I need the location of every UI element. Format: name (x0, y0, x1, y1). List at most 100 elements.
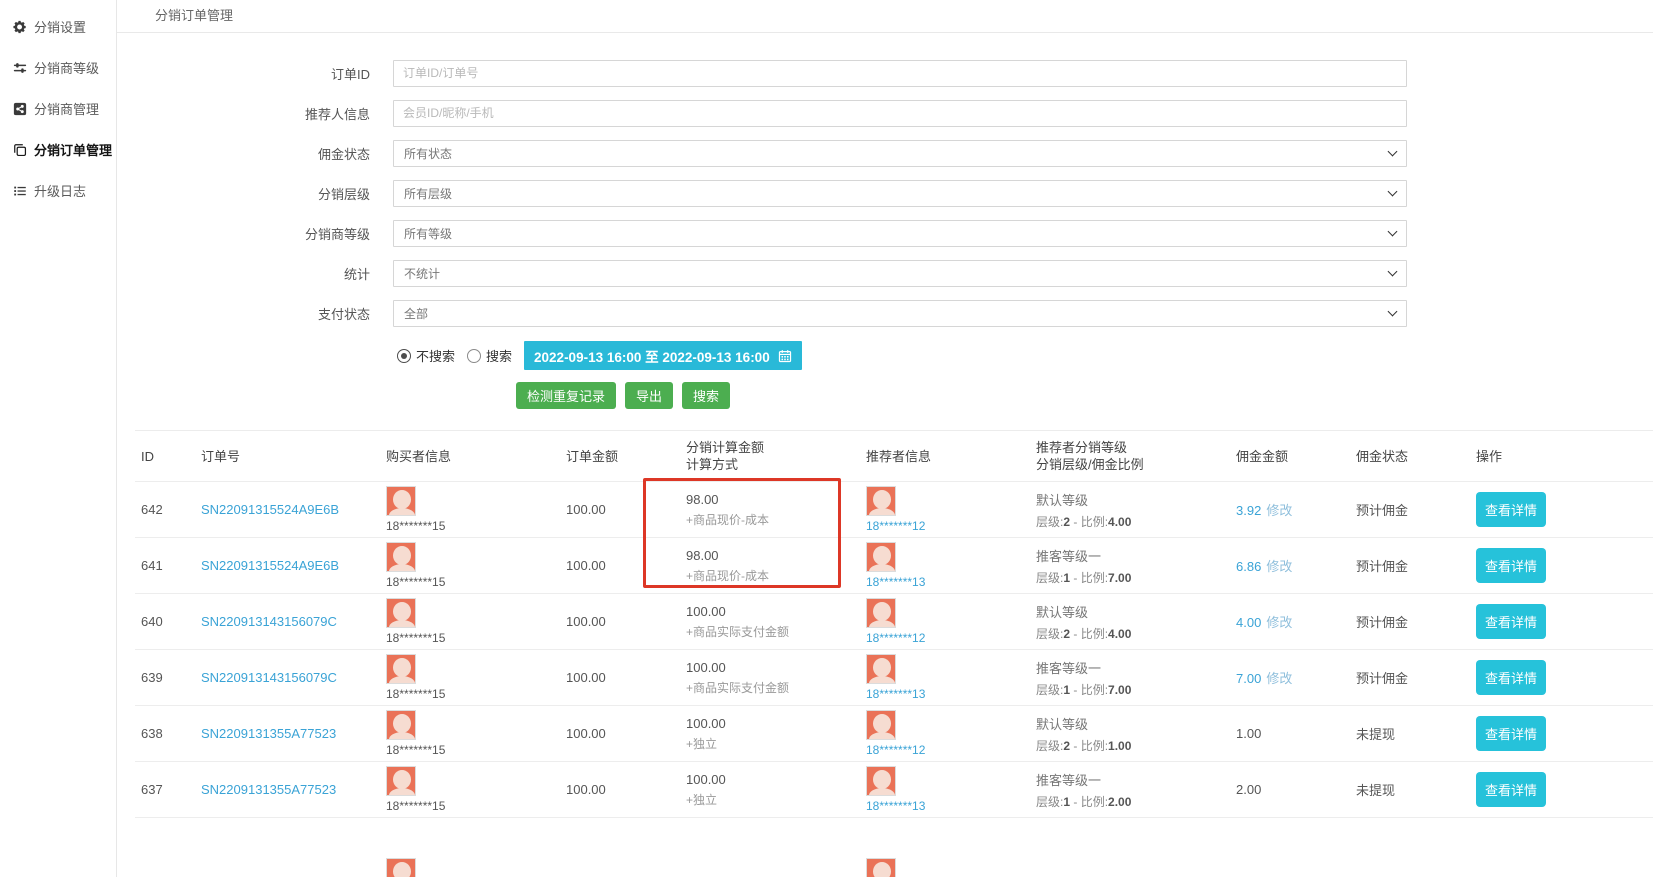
sidebar-item-2[interactable]: 分销商管理 (0, 88, 116, 129)
ratio-prefix: 比例: (1081, 515, 1108, 529)
cell-referrer: 18*******13 (860, 762, 1030, 818)
order-no-link[interactable]: SN2209131355A77523 (201, 726, 336, 741)
select-value: 所有层级 (404, 185, 452, 202)
table-row: 640SN220913143156079C18*******15100.0010… (135, 594, 1653, 650)
commission-edit-link[interactable]: 修改 (1266, 559, 1292, 574)
filter-control (393, 100, 1407, 127)
referrer-avatar (866, 598, 896, 628)
filter-select-5[interactable]: 不统计 (393, 260, 1407, 287)
page-tab[interactable]: 分销订单管理 (155, 0, 233, 32)
referrer-phone-link[interactable]: 18*******12 (866, 631, 1024, 645)
column-header-6: 推荐者分销等级分销层级/佣金比例 (1030, 431, 1230, 482)
view-detail-button[interactable]: 查看详情 (1476, 660, 1546, 695)
column-header-line1: 推荐者信息 (866, 448, 1024, 465)
filter-label: 分销商等级 (117, 224, 370, 243)
cell-partial (860, 818, 1030, 877)
level-ratio: 层级:2 - 比例:4.00 (1036, 625, 1224, 642)
cell-buyer: 18*******15 (380, 482, 560, 538)
list-icon (13, 184, 27, 198)
row-id: 642 (141, 502, 163, 517)
view-detail-button[interactable]: 查看详情 (1476, 492, 1546, 527)
ratio-prefix: 比例: (1081, 571, 1108, 585)
commission-edit-link[interactable]: 修改 (1266, 615, 1292, 630)
sliders-icon (13, 61, 27, 75)
cell-calc-amount: 100.00+独立 (680, 706, 860, 762)
order-no-link[interactable]: SN220913143156079C (201, 614, 337, 629)
cell-order-no: SN22091315524A9E6B (195, 482, 380, 538)
filter-select-4[interactable]: 所有等级 (393, 220, 1407, 247)
sidebar-item-label: 分销商管理 (34, 99, 99, 118)
green-button-2[interactable]: 搜索 (682, 382, 730, 409)
ratio-value: 4.00 (1108, 627, 1131, 641)
buyer-phone: 18*******15 (386, 519, 554, 533)
cell-buyer: 18*******15 (380, 650, 560, 706)
commission-amount: 1.00 (1236, 726, 1261, 741)
referrer-avatar (866, 486, 896, 516)
cell-commission: 4.00修改 (1230, 594, 1350, 650)
column-header-5: 推荐者信息 (860, 431, 1030, 482)
filter-select-3[interactable]: 所有层级 (393, 180, 1407, 207)
filter-input-0[interactable] (393, 60, 1407, 87)
sidebar-item-4[interactable]: 升级日志 (0, 170, 116, 211)
view-detail-button[interactable]: 查看详情 (1476, 716, 1546, 751)
referrer-grade: 默认等级 (1036, 602, 1224, 621)
cell-grade: 默认等级层级:2 - 比例:4.00 (1030, 482, 1230, 538)
order-no-link[interactable]: SN22091315524A9E6B (201, 502, 339, 517)
green-button-1[interactable]: 导出 (625, 382, 673, 409)
date-range-button[interactable]: 2022-09-13 16:00 至 2022-09-13 16:00 (524, 341, 802, 370)
calc-amount: 100.00 (686, 660, 854, 675)
referrer-phone-link[interactable]: 18*******12 (866, 519, 1024, 533)
filter-row: 统计不统计 (117, 253, 1653, 293)
level-ratio: 层级:1 - 比例:2.00 (1036, 793, 1224, 810)
cell-grade: 推客等级一层级:1 - 比例:7.00 (1030, 650, 1230, 706)
column-header-line1: 佣金状态 (1356, 448, 1464, 465)
calendar-icon (778, 349, 792, 363)
referrer-phone-link[interactable]: 18*******12 (866, 743, 1024, 757)
table-row: 641SN22091315524A9E6B18*******15100.0098… (135, 538, 1653, 594)
calc-method: +商品现价-成本 (686, 511, 854, 528)
filter-select-2[interactable]: 所有状态 (393, 140, 1407, 167)
filter-select-6[interactable]: 全部 (393, 300, 1407, 327)
view-detail-button[interactable]: 查看详情 (1476, 604, 1546, 639)
green-button-0[interactable]: 检测重复记录 (516, 382, 616, 409)
ratio-value: 4.00 (1108, 515, 1131, 529)
select-value: 所有等级 (404, 225, 452, 242)
column-header-0: ID (135, 431, 195, 482)
chevron-down-icon (1388, 226, 1398, 236)
cell-grade: 推客等级一层级:1 - 比例:7.00 (1030, 538, 1230, 594)
ratio-prefix: 比例: (1081, 739, 1108, 753)
buyer-avatar (386, 766, 416, 796)
level-prefix: 层级: (1036, 795, 1063, 809)
sidebar-item-0[interactable]: 分销设置 (0, 6, 116, 47)
radio-search[interactable]: 搜索 (467, 346, 512, 365)
sidebar-item-3[interactable]: 分销订单管理 (0, 129, 116, 170)
order-no-link[interactable]: SN220913143156079C (201, 670, 337, 685)
order-no-link[interactable]: SN2209131355A77523 (201, 782, 336, 797)
cell-commission-status: 预计佣金 (1350, 594, 1470, 650)
referrer-phone-link[interactable]: 18*******13 (866, 687, 1024, 701)
commission-edit-link[interactable]: 修改 (1266, 671, 1292, 686)
commission-edit-link[interactable]: 修改 (1266, 503, 1292, 518)
sidebar-item-label: 分销设置 (34, 17, 86, 36)
order-amount: 100.00 (566, 670, 606, 685)
column-header-line1: 订单号 (201, 448, 374, 465)
cell-order-amount: 100.00 (560, 538, 680, 594)
tabbar: 分销订单管理 (117, 0, 1653, 33)
cell-partial (195, 818, 380, 877)
filter-input-1[interactable] (393, 100, 1407, 127)
view-detail-button[interactable]: 查看详情 (1476, 772, 1546, 807)
level-ratio: 层级:1 - 比例:7.00 (1036, 569, 1224, 586)
referrer-phone-link[interactable]: 18*******13 (866, 575, 1024, 589)
order-no-link[interactable]: SN22091315524A9E6B (201, 558, 339, 573)
radio-no-search[interactable]: 不搜索 (397, 346, 455, 365)
level-prefix: 层级: (1036, 571, 1063, 585)
view-detail-button[interactable]: 查看详情 (1476, 548, 1546, 583)
referrer-phone-link[interactable]: 18*******13 (866, 799, 1024, 813)
cell-calc-amount: 100.00+商品实际支付金额 (680, 594, 860, 650)
sidebar-item-1[interactable]: 分销商等级 (0, 47, 116, 88)
level-prefix: 层级: (1036, 515, 1063, 529)
level-ratio: 层级:1 - 比例:7.00 (1036, 681, 1224, 698)
cell-action: 查看详情 (1470, 650, 1653, 706)
column-header-line1: 佣金金额 (1236, 448, 1344, 465)
cell-partial (380, 818, 560, 877)
